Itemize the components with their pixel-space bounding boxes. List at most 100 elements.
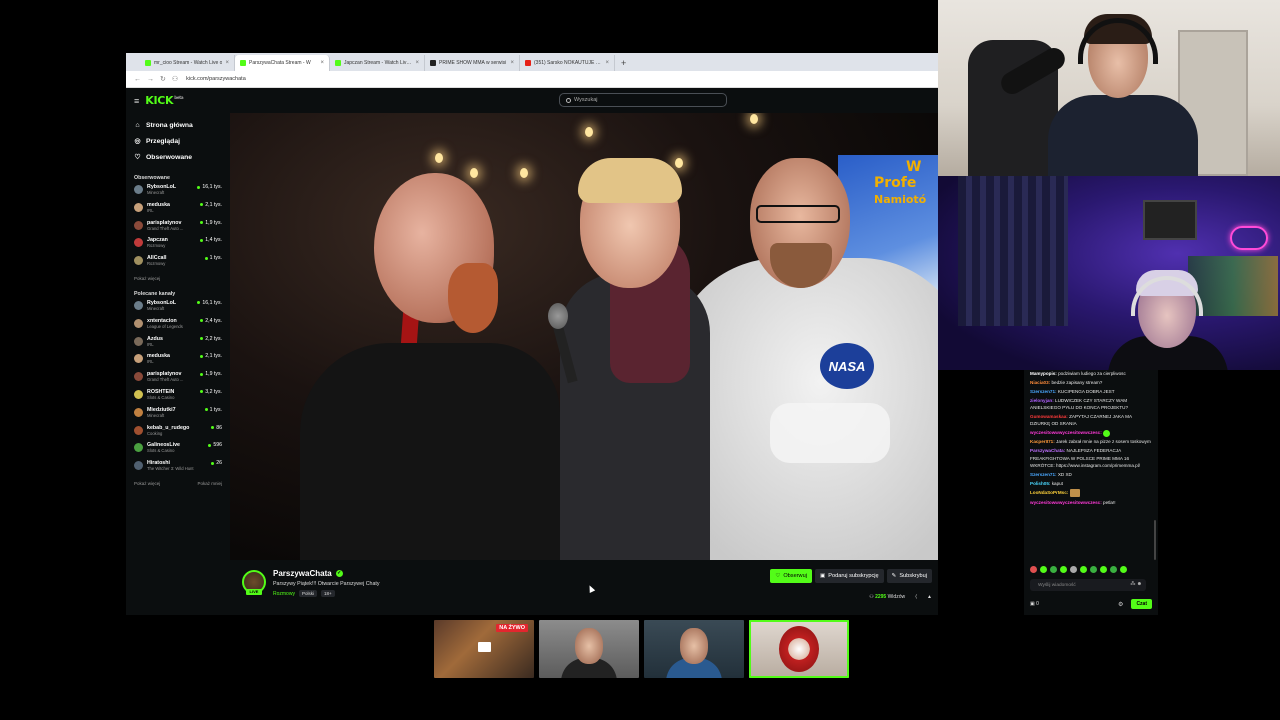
channel-item[interactable]: AllCcall Rozmowy 1 tys.: [134, 255, 222, 273]
close-icon[interactable]: ×: [225, 60, 229, 66]
emote-icon[interactable]: [1100, 566, 1107, 573]
live-dot-icon: [211, 426, 215, 430]
neon-sign: [1230, 226, 1268, 250]
browser-tab[interactable]: Japczan Stream - Watch Live o ×: [330, 55, 425, 71]
new-tab-button[interactable]: +: [615, 55, 632, 71]
channel-item[interactable]: Miedziutki7 Minecraft 1 tys.: [134, 407, 222, 425]
browser-tab[interactable]: ParszywaChata Stream - W ×: [235, 55, 330, 71]
channel-item[interactable]: Hiratoshi The Witcher 3: Wild Hunt 26: [134, 460, 222, 478]
channel-avatar: [134, 300, 143, 310]
emote-icon[interactable]: [1070, 566, 1077, 573]
viewer-count-value: 3,2 tys.: [205, 388, 222, 395]
close-icon[interactable]: ×: [320, 60, 324, 66]
emote-icon[interactable]: [1040, 566, 1047, 573]
channel-item[interactable]: parisplatynov Grand Theft Auto ... 1,9 tys…: [134, 220, 222, 238]
report-icon[interactable]: ▲: [927, 594, 932, 600]
recommended-show-less[interactable]: Pokaż mniej: [197, 481, 222, 486]
tag[interactable]: 18+: [320, 590, 335, 597]
channel-avatar: [134, 407, 143, 417]
thumbnail-3[interactable]: [644, 620, 744, 678]
emote-icon[interactable]: [1050, 566, 1057, 573]
channel-item[interactable]: GalineosLive Slots & Casino 596: [134, 442, 222, 460]
chat-username[interactable]: LooNdaSoPrMsc:: [1030, 490, 1068, 495]
url-field[interactable]: kick.com/parszywachata: [186, 76, 246, 82]
emote-icon[interactable]: [1030, 566, 1037, 573]
emoji-icon[interactable]: ⁂ ☻: [1130, 581, 1142, 587]
sidebar-nav-item[interactable]: ◎ Przeglądaj: [134, 133, 222, 149]
follow-button[interactable]: ♡ Obserwuj: [770, 569, 812, 583]
channel-item[interactable]: kebab_u_rudego Cooking 86: [134, 425, 222, 443]
channel-item[interactable]: meduska IRL 2,1 tys.: [134, 353, 222, 371]
subscribe-button[interactable]: ✎ Subskrybuj: [886, 569, 932, 583]
viewer-count: 1,9 tys.: [200, 371, 222, 377]
sidebar-nav-item[interactable]: ♡ Obserwowane: [134, 149, 222, 165]
chat-username[interactable]: wyczesitowwwyczesitowwczesc:: [1030, 430, 1102, 435]
emote-icon: [1069, 488, 1080, 497]
chat-username[interactable]: Szerszen71:: [1030, 389, 1057, 394]
gear-icon[interactable]: ⚙: [1118, 601, 1123, 608]
browser-tab[interactable]: PRIME SHOW MMA w serwisi ×: [425, 55, 520, 71]
chat-username[interactable]: Gumowamaskaa:: [1030, 414, 1068, 419]
thumbnail-4-selected[interactable]: [749, 620, 849, 678]
channel-name[interactable]: ParszywaChata: [273, 569, 332, 578]
string-light: [585, 127, 593, 137]
chat-username[interactable]: KacperII71:: [1030, 439, 1055, 444]
channel-meta: meduska IRL: [147, 353, 196, 364]
chat-scrollbar[interactable]: [1154, 520, 1156, 560]
tag[interactable]: Polski: [298, 590, 317, 597]
chat-send-button[interactable]: Czat: [1131, 599, 1152, 609]
channel-item[interactable]: ROSHTEIN Slots & Casino 3,2 tys.: [134, 389, 222, 407]
emote-icon[interactable]: [1060, 566, 1067, 573]
sidebar-nav-item[interactable]: ⌂ Strona główna: [134, 117, 222, 133]
video-player[interactable]: W Profe Namiotó og NASA: [230, 113, 938, 560]
channel-item[interactable]: RybsonLoL Minecraft 16,1 tys.: [134, 300, 222, 318]
channel-item[interactable]: RybsonLoL Minecraft 16,1 tys.: [134, 184, 222, 202]
share-icon[interactable]: ⟨: [915, 594, 917, 600]
gift-sub-button[interactable]: ▣ Podaruj subskrypcję: [814, 569, 884, 583]
live-dot-icon: [204, 408, 208, 412]
points[interactable]: ▣ 0: [1030, 601, 1118, 607]
channel-item[interactable]: Azdus IRL 2,2 tys.: [134, 336, 222, 354]
close-icon[interactable]: ×: [415, 60, 419, 66]
channel-item[interactable]: meduska IRL 2,1 tys.: [134, 202, 222, 220]
forward-icon[interactable]: →: [147, 76, 154, 83]
chat-username[interactable]: Niacia03:: [1030, 380, 1050, 385]
thumbnail-1[interactable]: NA ŻYWO: [434, 620, 534, 678]
live-dot-icon: [200, 337, 204, 341]
channel-item[interactable]: Japczan Rozmowy 1,4 tys.: [134, 237, 222, 255]
chat-username[interactable]: ParszywaChata:: [1030, 448, 1065, 453]
emote-icon[interactable]: [1110, 566, 1117, 573]
webcam-top: [938, 0, 1280, 176]
chat-username[interactable]: zielonyjan:: [1030, 398, 1054, 403]
channel-category: Slots & Casino: [147, 394, 175, 400]
stream-info: LIVE ParszywaChata ✓ Parszywy Piątek!!! …: [230, 560, 938, 615]
reload-icon[interactable]: ↻: [160, 75, 166, 83]
channel-item[interactable]: parisplatynov Grand Theft Auto ... 1,9 tys…: [134, 371, 222, 389]
emote-icon[interactable]: [1090, 566, 1097, 573]
category-link[interactable]: Rozmowy: [273, 591, 295, 597]
search-input[interactable]: Wyszukaj: [559, 93, 727, 107]
browser-tab[interactable]: (351) Sarsko NOKAUTUJE Słoi ×: [520, 55, 615, 71]
chat-username[interactable]: Szerszen71:: [1030, 472, 1057, 477]
viewer-count-value: 1 tys.: [209, 406, 222, 413]
channel-item[interactable]: xntentacion League of Legends 2,4 tys.: [134, 318, 222, 336]
close-icon[interactable]: ×: [605, 60, 609, 66]
emote-icon[interactable]: [1120, 566, 1127, 573]
close-icon[interactable]: ×: [510, 60, 514, 66]
recommended-show-more[interactable]: Pokaż więcej: [134, 481, 160, 486]
viewer-count-value: 2,1 tys.: [205, 201, 222, 208]
chat-input[interactable]: Wyślij wiadomość ⁂ ☻: [1030, 579, 1146, 591]
chat-username[interactable]: Polish05:: [1030, 481, 1050, 486]
chat-username[interactable]: Mamypopis:: [1030, 371, 1057, 376]
chat-username[interactable]: wyczesitowwwyczesitowwczesc:: [1030, 500, 1102, 505]
emote-icon[interactable]: [1080, 566, 1087, 573]
viewer-count: 2,1 tys.: [200, 202, 222, 208]
channel-category: Minecraft: [147, 190, 165, 195]
menu-icon[interactable]: ≡: [134, 96, 139, 106]
back-icon[interactable]: ←: [134, 76, 141, 83]
followed-show-more[interactable]: Pokaż więcej: [134, 276, 160, 281]
site-info-icon[interactable]: ⚇: [172, 75, 178, 83]
thumbnail-2[interactable]: [539, 620, 639, 678]
browser-tab[interactable]: mr_cioo Stream - Watch Live o ×: [140, 55, 235, 71]
kick-logo[interactable]: KICKbeta: [145, 94, 183, 107]
